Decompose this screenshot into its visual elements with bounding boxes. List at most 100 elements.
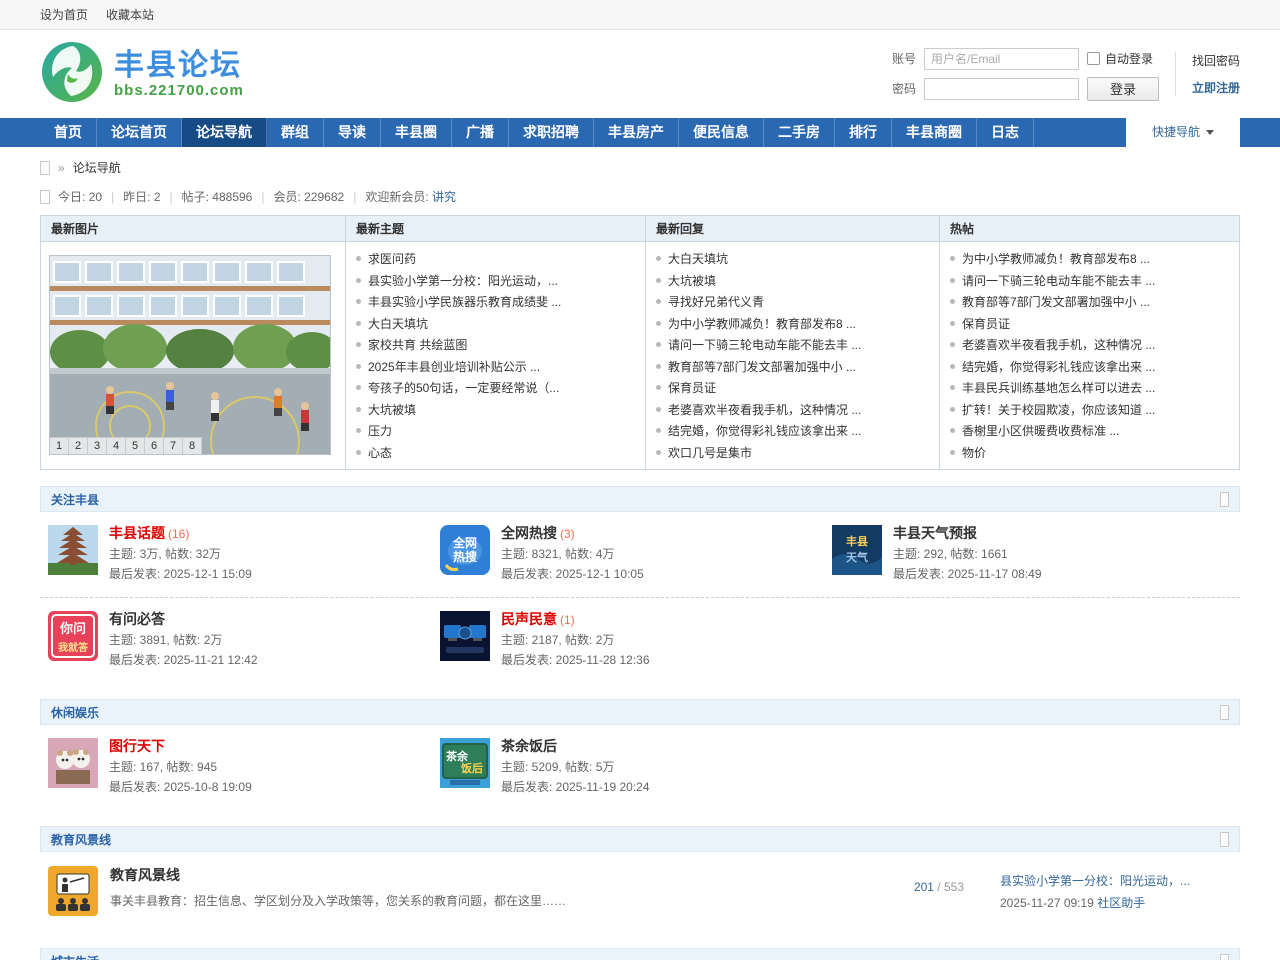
collapse-icon[interactable] [1220, 954, 1229, 960]
forum-name[interactable]: 茶余饭后 [501, 738, 557, 754]
welcome-user-link[interactable]: 讲究 [432, 188, 456, 205]
topic-link[interactable]: 大坑被填 [368, 403, 416, 417]
nav-item-ranking[interactable]: 排行 [835, 118, 892, 147]
tea-chat-icon[interactable]: 茶余 饭后 [440, 738, 490, 788]
nav-item-blog[interactable]: 日志 [977, 118, 1034, 147]
pager-6[interactable]: 6 [145, 437, 164, 454]
topic-link[interactable]: 丰县实验小学民族器乐教育成绩斐 ... [368, 295, 561, 309]
nav-item-fengxian-circle[interactable]: 丰县圈 [381, 118, 452, 147]
nav-item-realestate[interactable]: 丰县房产 [594, 118, 679, 147]
topic-link[interactable]: 县实验小学第一分校：阳光运动，... [368, 274, 558, 288]
pager-3[interactable]: 3 [88, 437, 107, 454]
reply-link[interactable]: 老婆喜欢半夜看我手机，这种情况 ... [668, 403, 861, 417]
forum-hot-search: 全网 热搜 全网热搜(3) 主题: 8321, 帖数: 4万 最后发表: 202… [432, 525, 824, 583]
nav-item-groups[interactable]: 群组 [267, 118, 324, 147]
topic-link[interactable]: 求医问药 [368, 252, 416, 266]
nav-item-convenience-info[interactable]: 便民信息 [679, 118, 764, 147]
bullet-icon [356, 428, 361, 433]
pager-8[interactable]: 8 [183, 437, 202, 454]
pager-2[interactable]: 2 [69, 437, 88, 454]
hot-post-link[interactable]: 保育员证 [962, 317, 1010, 331]
pager-4[interactable]: 4 [107, 437, 126, 454]
account-label: 账号 [892, 50, 916, 67]
reply-link[interactable]: 保育员证 [668, 381, 716, 395]
stat-posts: 帖子: 488596 [182, 188, 253, 205]
nav-item-home[interactable]: 首页 [40, 118, 97, 147]
hot-post-link[interactable]: 香榭里小区供暖费收费标准 ... [962, 424, 1119, 438]
nav-item-forum-home[interactable]: 论坛首页 [97, 118, 182, 147]
collapse-icon[interactable] [1220, 492, 1229, 507]
login-button[interactable]: 登录 [1087, 77, 1159, 101]
hot-post-link[interactable]: 丰县民兵训练基地怎么样可以进去 ... [962, 381, 1155, 395]
weather-icon[interactable]: 丰县 天气 [832, 525, 882, 575]
bullet-icon [656, 342, 661, 347]
account-input[interactable] [924, 48, 1079, 70]
site-header: 丰县论坛 bbs.221700.com 账号 自动登录 密码 登录 找回密码 立… [40, 30, 1240, 118]
forum-name[interactable]: 全网热搜 [501, 525, 557, 541]
hot-post-link[interactable]: 为中小学教师减负！教育部发布8 ... [962, 252, 1150, 266]
topic-link[interactable]: 心态 [368, 446, 392, 460]
reply-link[interactable]: 结完婚，你觉得彩礼钱应该拿出来 ... [668, 424, 861, 438]
forum-name[interactable]: 民声民意 [501, 611, 557, 627]
forum-stats: 主题: 2187, 帖数: 2万 [501, 631, 650, 649]
pager-5[interactable]: 5 [126, 437, 145, 454]
topic-link[interactable]: 大白天填坑 [368, 317, 428, 331]
ask-answer-icon[interactable]: 你问 我就答 [48, 611, 98, 661]
nav-item-jobs[interactable]: 求职招聘 [509, 118, 594, 147]
home-icon[interactable] [40, 161, 50, 175]
hot-post-link[interactable]: 教育部等7部门发文部署加强中小 ... [962, 295, 1150, 309]
forum-name[interactable]: 丰县话题 [109, 525, 165, 541]
find-password-link[interactable]: 找回密码 [1192, 52, 1240, 69]
add-favorite-link[interactable]: 收藏本站 [106, 6, 154, 23]
site-logo[interactable]: 丰县论坛 bbs.221700.com [40, 40, 244, 109]
quick-nav-button[interactable]: 快捷导航 [1126, 118, 1240, 147]
reply-link[interactable]: 寻找好兄弟代义青 [668, 295, 764, 309]
reply-link[interactable]: 为中小学教师减负！教育部发布8 ... [668, 317, 856, 331]
hot-post-link[interactable]: 请问一下骑三轮电动车能不能去丰 ... [962, 274, 1155, 288]
nav-item-forum-nav[interactable]: 论坛导航 [182, 118, 267, 147]
collapse-icon[interactable] [1220, 705, 1229, 720]
breadcrumb-current: 论坛导航 [73, 159, 121, 176]
forum-name[interactable]: 有问必答 [109, 611, 165, 627]
hot-search-icon[interactable]: 全网 热搜 [440, 525, 490, 575]
pager-7[interactable]: 7 [164, 437, 183, 454]
nav-item-business-circle[interactable]: 丰县商圈 [892, 118, 977, 147]
pager-1[interactable]: 1 [50, 437, 69, 454]
classroom-icon[interactable] [48, 866, 98, 916]
bullet-icon [656, 299, 661, 304]
auto-login-checkbox[interactable] [1087, 52, 1100, 65]
svg-text:丰县: 丰县 [846, 534, 868, 548]
forum-name[interactable]: 图行天下 [109, 738, 165, 754]
register-link[interactable]: 立即注册 [1192, 79, 1240, 96]
collapse-icon[interactable] [1220, 832, 1229, 847]
hot-post-link[interactable]: 扩转！关于校园欺凌，你应该知道 ... [962, 403, 1155, 417]
topic-link[interactable]: 家校共育 共绘蓝图 [368, 338, 467, 352]
topic-link[interactable]: 夸孩子的50句话，一定要经常说（... [368, 381, 559, 395]
reply-link[interactable]: 大白天填坑 [668, 252, 728, 266]
topic-link[interactable]: 压力 [368, 424, 392, 438]
last-post-title-link[interactable]: 县实验小学第一分校：阳光运动，... [1000, 872, 1232, 889]
public-voice-icon[interactable] [440, 611, 490, 661]
nav-item-broadcast[interactable]: 广播 [452, 118, 509, 147]
reply-link[interactable]: 请问一下骑三轮电动车能不能去丰 ... [668, 338, 861, 352]
bullet-icon [656, 385, 661, 390]
puppies-photo-icon[interactable] [48, 738, 98, 788]
topic-link[interactable]: 2025年丰县创业培训补贴公示 ... [368, 360, 540, 374]
forum-name[interactable]: 教育风景线 [110, 867, 180, 883]
last-post-user-link[interactable]: 社区助手 [1097, 896, 1145, 910]
reply-link[interactable]: 教育部等7部门发文部署加强中小 ... [668, 360, 856, 374]
hot-post-link[interactable]: 老婆喜欢半夜看我手机，这种情况 ... [962, 338, 1155, 352]
password-input[interactable] [924, 78, 1079, 100]
bullet-icon [356, 342, 361, 347]
nav-item-secondhand[interactable]: 二手房 [764, 118, 835, 147]
bullet-icon [656, 428, 661, 433]
set-home-link[interactable]: 设为首页 [40, 6, 88, 23]
pagoda-icon[interactable] [48, 525, 98, 575]
hot-post-link[interactable]: 物价 [962, 446, 986, 460]
reply-link[interactable]: 大坑被填 [668, 274, 716, 288]
reply-link[interactable]: 欢口几号是集市 [668, 446, 752, 460]
nav-item-guide[interactable]: 导读 [324, 118, 381, 147]
hot-post-link[interactable]: 结完婚，你觉得彩礼钱应该拿出来 ... [962, 360, 1155, 374]
latest-photo-thumbnail[interactable] [50, 256, 330, 454]
forum-name[interactable]: 丰县天气预报 [893, 525, 977, 541]
